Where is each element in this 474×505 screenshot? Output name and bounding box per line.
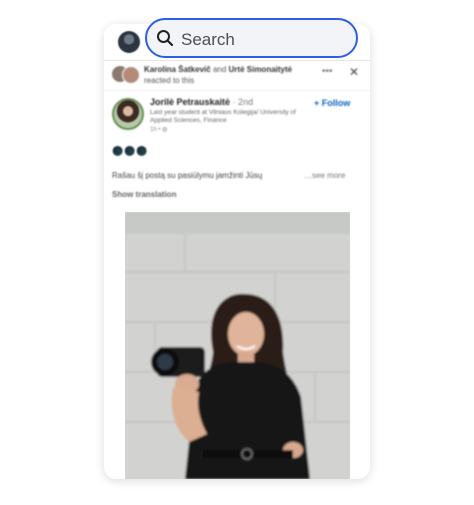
photo-illustration — [125, 212, 350, 479]
more-options-icon[interactable]: ••• — [322, 66, 333, 77]
follow-button[interactable]: + Follow — [314, 98, 350, 108]
connection-degree: · 2nd — [232, 97, 254, 107]
emoji-line: 🌑🌑🌑 — [112, 146, 149, 156]
close-icon[interactable]: ✕ — [349, 65, 359, 79]
search-icon — [157, 30, 174, 47]
author-avatar[interactable] — [112, 98, 144, 130]
reaction-banner: Karolina Šatkevič and Urtė Simonaitytė r… — [104, 60, 370, 91]
author-name-text[interactable]: Jorilė Petrauskaitė — [150, 97, 230, 107]
reactor-avatar — [122, 66, 140, 84]
reactor-name[interactable]: Karolina Šatkevič — [144, 65, 211, 74]
reaction-connector: and — [212, 65, 227, 74]
search-bar[interactable]: Search — [145, 18, 358, 58]
avatar[interactable] — [118, 31, 140, 53]
reactor-name[interactable]: Urtė Simonaitytė — [229, 65, 293, 74]
post-header: Jorilė Petrauskaitė · 2nd Last year stud… — [104, 92, 370, 134]
post-timestamp: 1h • ◍ — [150, 127, 168, 133]
author-name[interactable]: Jorilė Petrauskaitė · 2nd — [150, 97, 253, 107]
see-more-link[interactable]: …see more — [304, 171, 345, 180]
post-text: Rašau šį postą su pasiūlymu jamžinti Jūs… — [112, 171, 263, 180]
reaction-text: Karolina Šatkevič and Urtė Simonaitytė r… — [144, 64, 314, 86]
post-image[interactable] — [125, 212, 350, 479]
feed-card: Karolina Šatkevič and Urtė Simonaitytė r… — [104, 24, 370, 479]
reaction-suffix: reacted to this — [144, 76, 195, 85]
show-translation-link[interactable]: Show translation — [112, 190, 176, 199]
search-placeholder: Search — [181, 30, 235, 49]
author-bio: Last year student at Vilniaus Kolegija/ … — [150, 109, 296, 124]
